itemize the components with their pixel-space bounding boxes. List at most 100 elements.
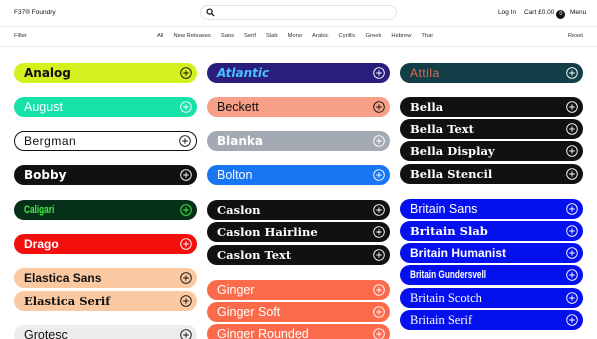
font-name: Atlantic [217,66,270,80]
add-icon[interactable] [179,135,191,147]
font-name: Britain Slab [410,224,488,238]
filter-greek[interactable]: Greek [366,33,382,39]
add-icon[interactable] [180,204,192,216]
filter-slab[interactable]: Slab [266,33,278,39]
font-card-bella-stencil[interactable]: Bella Stencil [400,164,583,184]
filter-thai[interactable]: Thai [421,33,432,39]
add-icon[interactable] [373,249,385,261]
font-card-elastica-serif[interactable]: Elastica Serif [14,291,197,311]
add-icon[interactable] [373,101,385,113]
font-card-beckett[interactable]: Beckett [207,97,390,117]
add-icon[interactable] [180,169,192,181]
font-name: Caslon [217,203,261,217]
brand-logo[interactable]: F37® Foundry [14,9,56,16]
add-icon[interactable] [180,295,192,307]
font-card-bella[interactable]: Bella [400,97,583,117]
font-card-caligari[interactable]: Caligari [14,200,197,220]
font-card-bella-display[interactable]: Bella Display [400,141,583,161]
menu-button[interactable]: Menu [570,9,586,16]
font-name: Analog [24,66,71,80]
font-card-britain-gundersvell[interactable]: Britain Gundersvell [400,265,583,285]
font-card-britain-sans[interactable]: Britain Sans [400,199,583,219]
filter-mono[interactable]: Mono [288,33,303,39]
add-icon[interactable] [566,101,578,113]
font-card-caslon-text[interactable]: Caslon Text [207,245,390,265]
font-name: Bergman [24,134,77,148]
font-name: Bella Stencil [410,167,493,181]
add-icon[interactable] [180,101,192,113]
add-icon[interactable] [566,168,578,180]
font-name: Caslon Text [217,248,292,262]
add-icon[interactable] [373,67,385,79]
font-card-bergman[interactable]: Bergman [14,131,197,151]
cart-button[interactable]: Cart £0.00 0 [524,9,566,19]
font-name: Caligari [24,204,55,216]
add-icon[interactable] [566,67,578,79]
add-icon[interactable] [373,328,385,339]
filter-hebrew[interactable]: Hebrew [391,33,411,39]
add-icon[interactable] [373,226,385,238]
add-icon[interactable] [373,204,385,216]
add-icon[interactable] [566,225,578,237]
font-card-bella-text[interactable]: Bella Text [400,119,583,139]
font-card-britain-humanist[interactable]: Britain Humanist [400,243,583,263]
font-name: Blanka [217,134,263,148]
search-icon [206,8,215,17]
filter-sans[interactable]: Sans [221,33,234,39]
site-header: F37® Foundry Log In Cart £0.00 0 Menu [0,0,597,26]
filter-cyrillic[interactable]: Cyrillic [339,33,356,39]
font-card-caslon-hairline[interactable]: Caslon Hairline [207,222,390,242]
font-name: Britain Scotch [410,291,482,305]
add-icon[interactable] [180,238,192,250]
add-icon[interactable] [373,284,385,296]
font-card-britain-scotch[interactable]: Britain Scotch [400,288,583,308]
header-divider [0,26,597,27]
font-name: Caslon Hairline [217,225,318,239]
add-icon[interactable] [180,329,192,339]
font-card-drago[interactable]: Drago [14,234,197,254]
login-link[interactable]: Log In [498,9,516,16]
font-name: August [24,100,63,114]
font-card-august[interactable]: August [14,97,197,117]
font-card-bobby[interactable]: Bobby [14,165,197,185]
add-icon[interactable] [566,247,578,259]
add-icon[interactable] [566,292,578,304]
add-icon[interactable] [373,135,385,147]
font-name: Elastica Sans [24,271,102,285]
font-card-attila[interactable]: Attila [400,63,583,83]
reset-button[interactable]: Reset [568,33,583,39]
add-icon[interactable] [566,314,578,326]
add-icon[interactable] [566,203,578,215]
add-icon[interactable] [373,306,385,318]
font-name: Bolton [217,168,253,182]
font-card-blanka[interactable]: Blanka [207,131,390,151]
font-card-elastica-sans[interactable]: Elastica Sans [14,268,197,288]
add-icon[interactable] [566,123,578,135]
font-card-ginger-soft[interactable]: Ginger Soft [207,302,390,322]
font-name: Bella Text [410,122,474,136]
font-card-ginger-rounded[interactable]: Ginger Rounded [207,324,390,339]
font-card-ginger[interactable]: Ginger [207,280,390,300]
add-icon[interactable] [180,67,192,79]
font-card-grotesc[interactable]: Grotesc [14,325,197,339]
add-icon[interactable] [566,145,578,157]
font-name: Grotesc [24,328,68,339]
filter-arabic[interactable]: Arabic [312,33,328,39]
font-card-britain-slab[interactable]: Britain Slab [400,221,583,241]
filter-new-releases[interactable]: New Releases [173,33,210,39]
add-icon[interactable] [566,269,578,281]
font-name: Britain Serif [410,313,473,327]
font-card-analog[interactable]: Analog [14,63,197,83]
font-name: Britain Sans [410,202,478,216]
font-card-caslon[interactable]: Caslon [207,200,390,220]
search-input[interactable] [200,5,397,20]
font-name: Bella Display [410,144,495,158]
add-icon[interactable] [373,169,385,181]
font-card-britain-serif[interactable]: Britain Serif [400,310,583,330]
font-card-atlantic[interactable]: Atlantic [207,63,390,83]
add-icon[interactable] [180,272,192,284]
font-card-bolton[interactable]: Bolton [207,165,390,185]
filter-button[interactable]: Filter [14,33,27,39]
filter-all[interactable]: All [157,33,163,39]
filter-serif[interactable]: Serif [244,33,256,39]
